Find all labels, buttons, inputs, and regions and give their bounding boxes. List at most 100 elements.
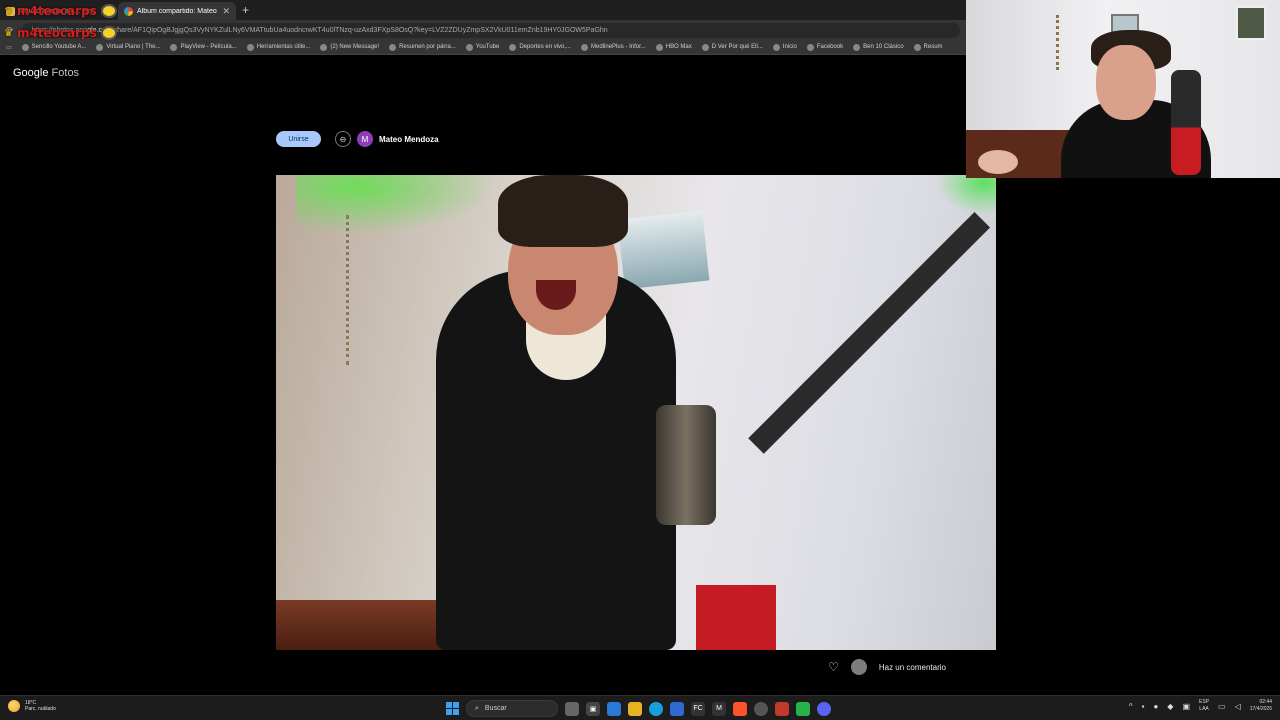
url-field[interactable]: https://photos.goo gle.com/share/AF1QipOg… (21, 22, 960, 38)
bookmark-item[interactable]: HBO Max (655, 43, 692, 51)
game-app-icon[interactable]: FC (691, 701, 705, 716)
comment-button[interactable]: Haz un comentario (879, 663, 946, 672)
chevron-up-icon[interactable]: ^ (1129, 702, 1133, 711)
bookmark-label: Inicio (782, 44, 797, 50)
bookmark-label: HBO Max (665, 44, 692, 50)
photo-glow (936, 175, 996, 215)
bookmark-favicon (465, 43, 473, 51)
new-tab-button[interactable]: + (242, 3, 249, 17)
system-tray: ^ ▪ ● ◆ ▣ ESP LAA ▭ ◁ 02:44 17/4/2026 (1129, 699, 1272, 713)
bookmark-item[interactable]: Deportes en vivo,... (509, 43, 571, 51)
bookmark-item[interactable]: MedlinePlus - Infor... (581, 43, 646, 51)
edge-icon[interactable] (649, 701, 663, 716)
channel-name: m4teocarps (16, 4, 97, 18)
bookmark-item[interactable]: Resumen por párra... (389, 43, 456, 51)
bookmark-favicon (913, 43, 921, 51)
tab-shared-album[interactable]: Álbum compartido: Mateo Mendoza ✕ (118, 2, 236, 20)
bookmark-favicon (655, 43, 663, 51)
taskbar-apps: ⌕ Buscar ▣ FC M (446, 700, 831, 717)
cam-person-hand (978, 150, 1018, 174)
album-owner: M Mateo Mendoza (357, 131, 439, 147)
start-button[interactable] (446, 702, 459, 715)
bookmark-item[interactable]: D Ver Por qué Ell... (701, 43, 763, 51)
tab-label: Álbum compartido: Mateo Mendoza (137, 7, 218, 15)
language-indicator[interactable]: ESP LAA (1199, 699, 1209, 713)
bookmark-item[interactable]: Virtual Piano | The... (96, 43, 161, 51)
bookmark-label: D Ver Por qué Ell... (711, 44, 763, 50)
tray-app-icon[interactable]: ▣ (1182, 702, 1190, 711)
bookmark-favicon (320, 43, 328, 51)
obs-icon[interactable] (754, 701, 768, 716)
brave-icon[interactable] (733, 701, 747, 716)
google-photos-page: Google Fotos Unirse ⊖ M Mateo Mendoza ♡ … (0, 55, 996, 695)
app-icon[interactable] (775, 701, 789, 716)
search-label: Buscar (484, 705, 507, 712)
bookmark-favicon (509, 43, 517, 51)
join-button[interactable]: Unirse (276, 131, 321, 147)
bookmark-label: Herramientas útile... (256, 44, 311, 50)
app-icon[interactable]: M (712, 701, 726, 716)
link-icon[interactable]: ⊖ (335, 131, 351, 147)
bookmark-item[interactable]: PlayView - Película... (170, 43, 237, 51)
bookmark-favicon (701, 43, 709, 51)
photo-microphone (656, 405, 716, 525)
discord-icon[interactable] (817, 701, 831, 716)
google-photos-logo[interactable]: Google Fotos (13, 67, 79, 79)
bookmark-label: PlayView - Película... (180, 44, 237, 50)
channel-name: m4teocarps (16, 26, 97, 40)
cam-picture-frame (1236, 6, 1266, 40)
heart-icon[interactable]: ♡ (828, 660, 839, 674)
tab-close-icon[interactable]: ✕ (222, 6, 230, 17)
bookmark-label: Virtual Piano | The... (106, 44, 161, 50)
tray-app-icon[interactable]: ◆ (1167, 702, 1173, 711)
clock-date: 17/4/2026 (1249, 706, 1272, 712)
network-icon[interactable]: ▭ (1218, 702, 1226, 711)
bookmark-item[interactable]: Inicio (772, 43, 797, 51)
taskbar-search[interactable]: ⌕ Buscar (466, 700, 558, 717)
bookmark-item[interactable]: YouTube (465, 43, 500, 51)
store-icon[interactable] (670, 701, 684, 716)
bookmark-item[interactable]: Ben 10 Clásico (853, 43, 904, 51)
photo-glow (296, 175, 496, 235)
bookmark-label: YouTube (475, 44, 500, 50)
comment-area: ♡ Haz un comentario (828, 659, 946, 675)
cam-microphone (1171, 70, 1201, 175)
weather-text: 18°C Parc. nublado (25, 700, 56, 712)
bookmark-label: Facebook (816, 44, 844, 50)
photo-person-hair (498, 175, 628, 247)
bookmark-favicon (853, 43, 861, 51)
weather-widget[interactable]: 18°C Parc. nublado (8, 700, 56, 712)
apps-icon[interactable]: ▭ (6, 44, 12, 51)
tray-app-icon[interactable]: ▪ (1142, 702, 1145, 711)
bookmark-item[interactable]: Sencillo Youtube A... (21, 43, 86, 51)
bookmark-label: MedlinePlus - Infor... (591, 44, 646, 50)
logo-product: Fotos (51, 67, 80, 79)
clock[interactable]: 02:44 17/4/2026 (1250, 699, 1272, 713)
bookmarks-bar: ▭ Sencillo Youtube A... Virtual Piano | … (0, 40, 966, 55)
bookmark-favicon (96, 43, 104, 51)
bookmark-item[interactable]: (2) New Message! (320, 43, 379, 51)
weather-icon (8, 700, 20, 712)
bookmark-label: Resumen por párra... (399, 44, 456, 50)
browser-tab-bar: Meuvo acada, ala... emc ✕ Álbum comparti… (0, 0, 966, 20)
task-view-icon[interactable]: ▣ (586, 701, 600, 716)
volume-icon[interactable]: ◁ (1235, 702, 1241, 711)
crown-icon: ♛ (4, 5, 13, 17)
bookmark-label: Ben 10 Clásico (863, 44, 904, 50)
stream-overlay-brand: ♛ m4teocarps (4, 4, 117, 18)
photo-wall-decoration (346, 215, 376, 365)
app-icon[interactable] (796, 701, 810, 716)
copilot-icon[interactable] (607, 701, 621, 716)
bookmark-favicon (21, 43, 29, 51)
file-explorer-icon[interactable] (628, 701, 642, 716)
weather-desc: Parc. nublado (25, 706, 56, 712)
photo-mic-base (696, 585, 776, 650)
bookmark-item[interactable]: Herramientas útile... (246, 43, 311, 51)
bookmark-item[interactable]: Resum (913, 43, 943, 51)
bookmark-favicon (581, 43, 589, 51)
bookmark-item[interactable]: Facebook (806, 43, 844, 51)
bookmark-favicon (246, 43, 254, 51)
tray-app-icon[interactable]: ● (1153, 702, 1158, 711)
widgets-icon[interactable] (565, 701, 579, 716)
shared-photo[interactable] (276, 175, 996, 650)
